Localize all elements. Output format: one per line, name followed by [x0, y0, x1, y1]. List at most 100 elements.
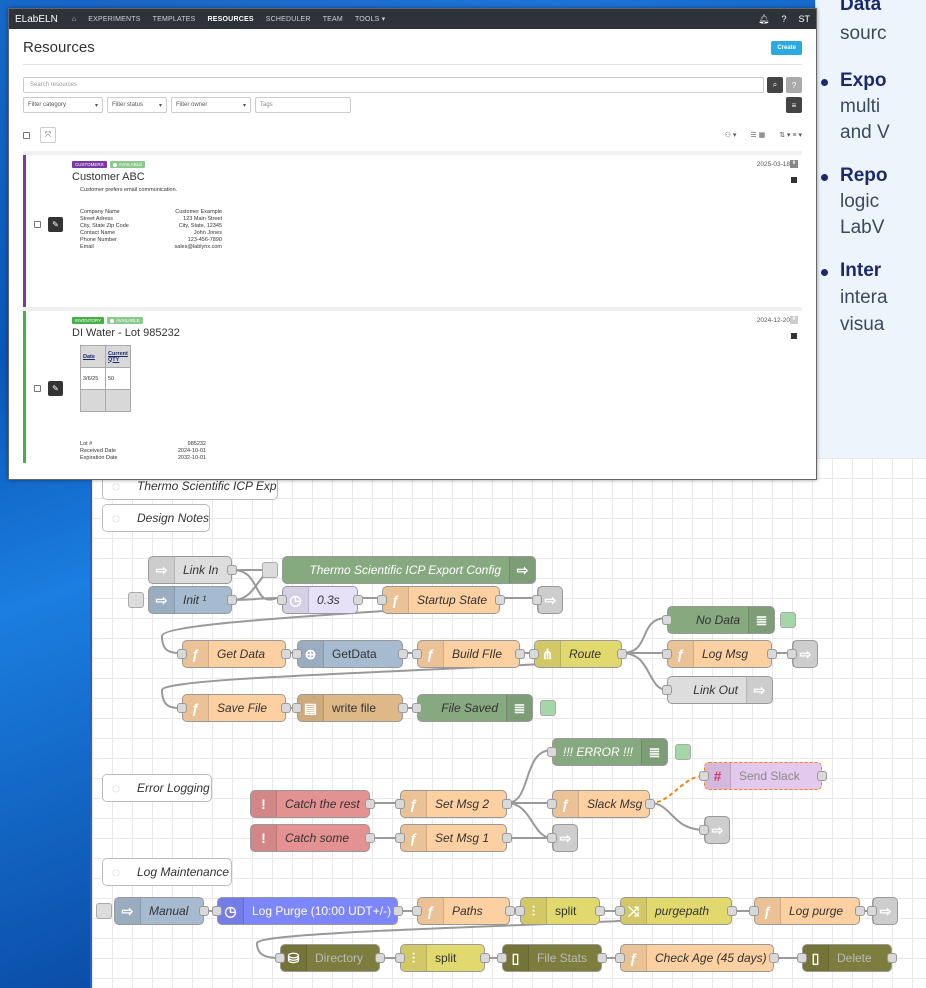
paths-node[interactable]: ƒ Paths — [412, 897, 515, 925]
no-data-debug-node[interactable]: No Data ≣ — [662, 606, 775, 634]
build-file-node[interactable]: ƒ Build FIle — [412, 640, 525, 668]
file-saved-debug-node[interactable]: File Saved ≣ — [412, 694, 533, 722]
input-port[interactable] — [662, 615, 672, 625]
resource-card[interactable]: ✎ CUSTOMERS AVAILABLE Customer ABC 2025-… — [23, 155, 802, 307]
edit-icon[interactable]: ✎ — [48, 381, 63, 396]
input-port[interactable] — [532, 595, 542, 605]
output-port[interactable] — [227, 595, 237, 605]
edit-icon[interactable]: ✎ — [48, 217, 63, 232]
config-toggle[interactable] — [262, 562, 278, 578]
nav-scheduler[interactable]: SCHEDULER — [266, 16, 311, 23]
input-port[interactable] — [797, 953, 807, 963]
input-port[interactable] — [529, 649, 539, 659]
create-button[interactable]: Create — [771, 40, 802, 55]
log-purge-function-node[interactable]: ƒ Log purge — [749, 897, 865, 925]
input-port[interactable] — [275, 953, 285, 963]
purgepath-change-node[interactable]: ⤨ purgepath — [615, 897, 737, 925]
output-port[interactable] — [502, 799, 512, 809]
output-port[interactable] — [480, 953, 490, 963]
catch-some-node[interactable]: ! Catch some — [250, 824, 375, 852]
input-port[interactable] — [412, 649, 422, 659]
input-port[interactable] — [377, 595, 387, 605]
output-port[interactable] — [281, 703, 291, 713]
expand-icon[interactable]: ⤧ — [40, 127, 56, 143]
nav-templates[interactable]: TEMPLATES — [153, 16, 196, 23]
input-port[interactable] — [699, 825, 709, 835]
visibility-icon[interactable]: ⚇ ▾ — [725, 131, 737, 139]
input-port[interactable] — [699, 771, 709, 781]
input-port[interactable] — [867, 906, 877, 916]
input-port[interactable] — [787, 649, 797, 659]
output-port[interactable] — [505, 906, 515, 916]
input-port[interactable] — [615, 906, 625, 916]
config-node[interactable]: Thermo Scientific ICP Export Config ⇨ — [282, 556, 536, 584]
output-port[interactable] — [727, 906, 737, 916]
select-all-checkbox[interactable] — [23, 131, 30, 139]
debug-toggle[interactable] — [675, 744, 691, 760]
manual-inject-node[interactable]: ⇨ Manual — [114, 897, 209, 925]
input-port[interactable] — [412, 906, 422, 916]
input-port[interactable] — [177, 649, 187, 659]
comment-design-notes[interactable]: ◌ Design Notes — [102, 504, 210, 532]
input-port[interactable] — [292, 703, 302, 713]
delete-node[interactable]: ▯ Delete — [797, 944, 897, 972]
input-port[interactable] — [292, 649, 302, 659]
filter-category-select[interactable]: Filter category ▾ — [23, 97, 103, 113]
output-port[interactable] — [375, 953, 385, 963]
input-port[interactable] — [547, 833, 557, 843]
input-port[interactable] — [749, 906, 759, 916]
link-out-node[interactable]: ⇨ — [867, 897, 898, 925]
input-port[interactable] — [615, 953, 625, 963]
debug-toggle[interactable] — [540, 700, 556, 716]
input-port[interactable] — [547, 799, 557, 809]
error-debug-node[interactable]: !!! ERROR !!! ≣ — [547, 738, 668, 766]
pin-icon[interactable]: ⬍ — [790, 160, 798, 168]
help-icon[interactable]: ? — [781, 14, 786, 24]
input-port[interactable] — [662, 649, 672, 659]
comment-log-maintenance[interactable]: ◌ Log Maintenance — [102, 858, 232, 886]
get-data-http-node[interactable]: ⊕ GetData — [292, 640, 408, 668]
more-icon[interactable] — [791, 333, 797, 339]
save-file-node[interactable]: ƒ Save File — [177, 694, 291, 722]
split-node[interactable]: ⫶ split — [515, 897, 605, 925]
split-node[interactable]: ⫶ split — [395, 944, 490, 972]
directory-node[interactable]: ⛁ Directory — [275, 944, 385, 972]
check-age-node[interactable]: ƒ Check Age (45 days) — [615, 944, 779, 972]
nav-resources[interactable]: RESOURCES — [208, 16, 254, 23]
startup-state-node[interactable]: ƒ Startup State — [377, 586, 505, 614]
input-port[interactable] — [547, 747, 557, 757]
input-port[interactable] — [395, 799, 405, 809]
output-port[interactable] — [365, 833, 375, 843]
catch-rest-node[interactable]: ! Catch the rest — [250, 790, 375, 818]
output-port[interactable] — [645, 799, 655, 809]
home-icon[interactable]: ⌂ — [72, 16, 76, 23]
output-port[interactable] — [365, 799, 375, 809]
user-initials[interactable]: ST — [798, 14, 810, 24]
output-port[interactable] — [855, 906, 865, 916]
sort-icon[interactable]: ⇅ ▾ ≡ ▾ — [779, 131, 802, 139]
search-input[interactable]: Search resources — [23, 77, 764, 93]
comment-error-logging[interactable]: ◌ Error Logging — [102, 774, 212, 802]
output-port[interactable] — [398, 649, 408, 659]
input-port[interactable] — [497, 953, 507, 963]
resource-card[interactable]: ✎ INVENTORY AVAILABLE DI Water - Lot 985… — [23, 311, 802, 463]
nav-team[interactable]: TEAM — [323, 16, 343, 23]
output-port[interactable] — [495, 595, 505, 605]
slack-msg-node[interactable]: ƒ Slack Msg — [547, 790, 655, 818]
filter-status-select[interactable]: Filter status ▾ — [107, 97, 167, 113]
input-port[interactable] — [662, 685, 672, 695]
output-port[interactable] — [353, 595, 363, 605]
output-port[interactable] — [887, 953, 897, 963]
output-port[interactable] — [393, 906, 403, 916]
more-icon[interactable] — [791, 177, 797, 183]
file-stats-node[interactable]: ▯ File Stats — [497, 944, 607, 972]
send-slack-node[interactable]: # Send Slack — [699, 762, 827, 790]
init-inject-node[interactable]: ⇨ Init ¹ — [148, 586, 237, 614]
resource-title[interactable]: DI Water - Lot 985232 — [72, 327, 180, 339]
get-data-function-node[interactable]: ƒ Get Data — [177, 640, 291, 668]
output-port[interactable] — [199, 906, 209, 916]
help-icon[interactable]: ? — [786, 77, 802, 93]
write-file-node[interactable]: ▤ write file — [292, 694, 408, 722]
input-port[interactable] — [395, 953, 405, 963]
log-purge-schedule-node[interactable]: ◷ Log Purge (10:00 UDT+/-) — [212, 897, 403, 925]
